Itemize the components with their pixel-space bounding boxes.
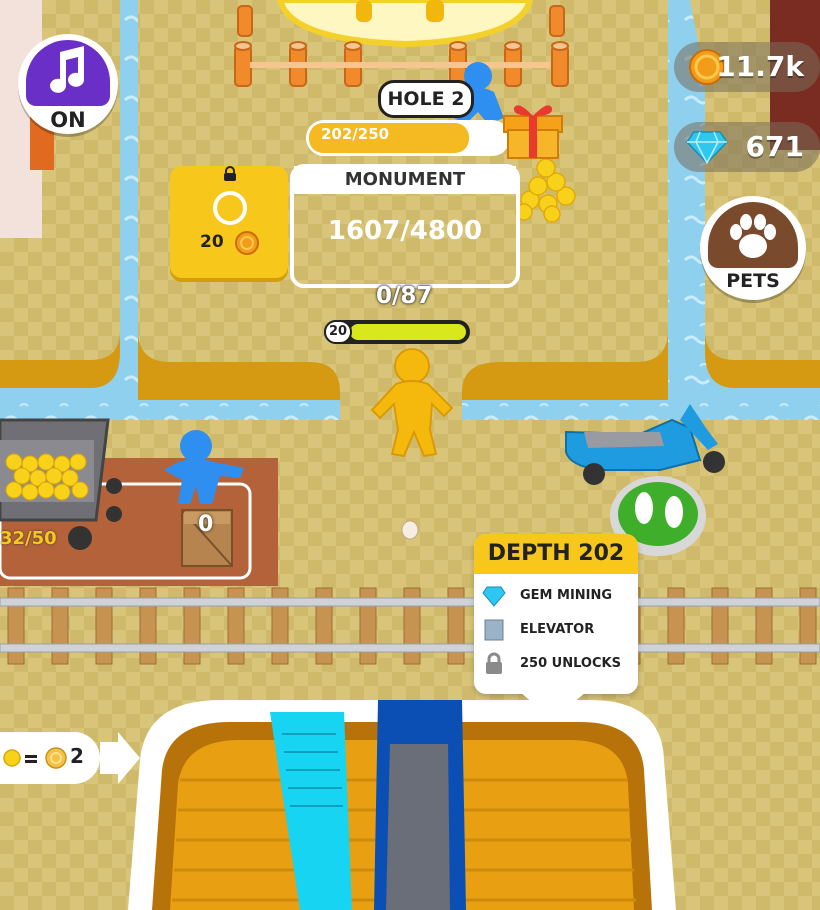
player-level-bar: 20 — [324, 320, 470, 344]
monument-progress: 1607/4800 — [327, 216, 483, 246]
gift-icon[interactable] — [500, 98, 566, 160]
coin-counter: 11.7k — [674, 42, 820, 92]
depth-card-pointer — [520, 692, 586, 720]
coin-icon — [45, 747, 67, 769]
music-toggle-button[interactable]: ON — [18, 34, 118, 134]
locked-slot-card[interactable]: 20 — [170, 166, 288, 278]
paw-icon — [730, 214, 776, 258]
player-carry-count: 0/87 — [376, 283, 433, 309]
crate-count: 0 — [198, 512, 214, 537]
coin-value: 11.7k — [716, 50, 804, 83]
slot-circle-icon — [213, 191, 247, 225]
monument-title: MONUMENT — [294, 166, 516, 194]
depth-item-label: GEM MINING — [520, 588, 613, 603]
mine-pit — [128, 700, 676, 910]
exchange-rate-value: 2 — [70, 744, 84, 768]
equals-icon — [25, 755, 37, 763]
player-level: 20 — [324, 320, 352, 344]
depth-info-card: DEPTH 202 GEM MINING ELEVATOR 250 UNLOCK… — [474, 534, 638, 694]
exchange-rate-bubble: 2 — [0, 732, 100, 784]
hole-progress-bar: 202/250 — [306, 120, 510, 156]
coin-icon — [235, 231, 259, 255]
elevator-icon — [484, 619, 504, 641]
locked-slot-cost: 20 — [200, 232, 224, 252]
hole-tag: HOLE 2 — [378, 80, 474, 118]
gem-counter: 671 — [674, 122, 820, 172]
pets-button-label: PETS — [726, 270, 780, 292]
monument-panel: MONUMENT 1607/4800 — [290, 164, 520, 288]
monument-pillar — [356, 0, 372, 22]
diamond-icon — [482, 586, 506, 607]
music-toggle-label: ON — [50, 108, 86, 132]
monument-pillar — [426, 0, 444, 22]
lock-icon — [486, 652, 502, 674]
mine-cart-count: 32/50 — [0, 528, 57, 549]
diamond-icon — [686, 131, 728, 164]
lock-icon — [224, 166, 236, 181]
pet-egg — [401, 520, 419, 540]
gem-value: 671 — [745, 130, 804, 163]
player-level-fill — [350, 324, 466, 340]
hole-progress-text: 202/250 — [321, 125, 390, 143]
depth-title: DEPTH 202 — [474, 534, 638, 574]
depth-item-label: 250 UNLOCKS — [520, 656, 621, 671]
depth-item-label: ELEVATOR — [520, 622, 595, 637]
pets-button[interactable]: PETS — [700, 196, 806, 300]
gold-nugget-icon — [3, 749, 21, 767]
music-note-icon — [50, 46, 84, 93]
